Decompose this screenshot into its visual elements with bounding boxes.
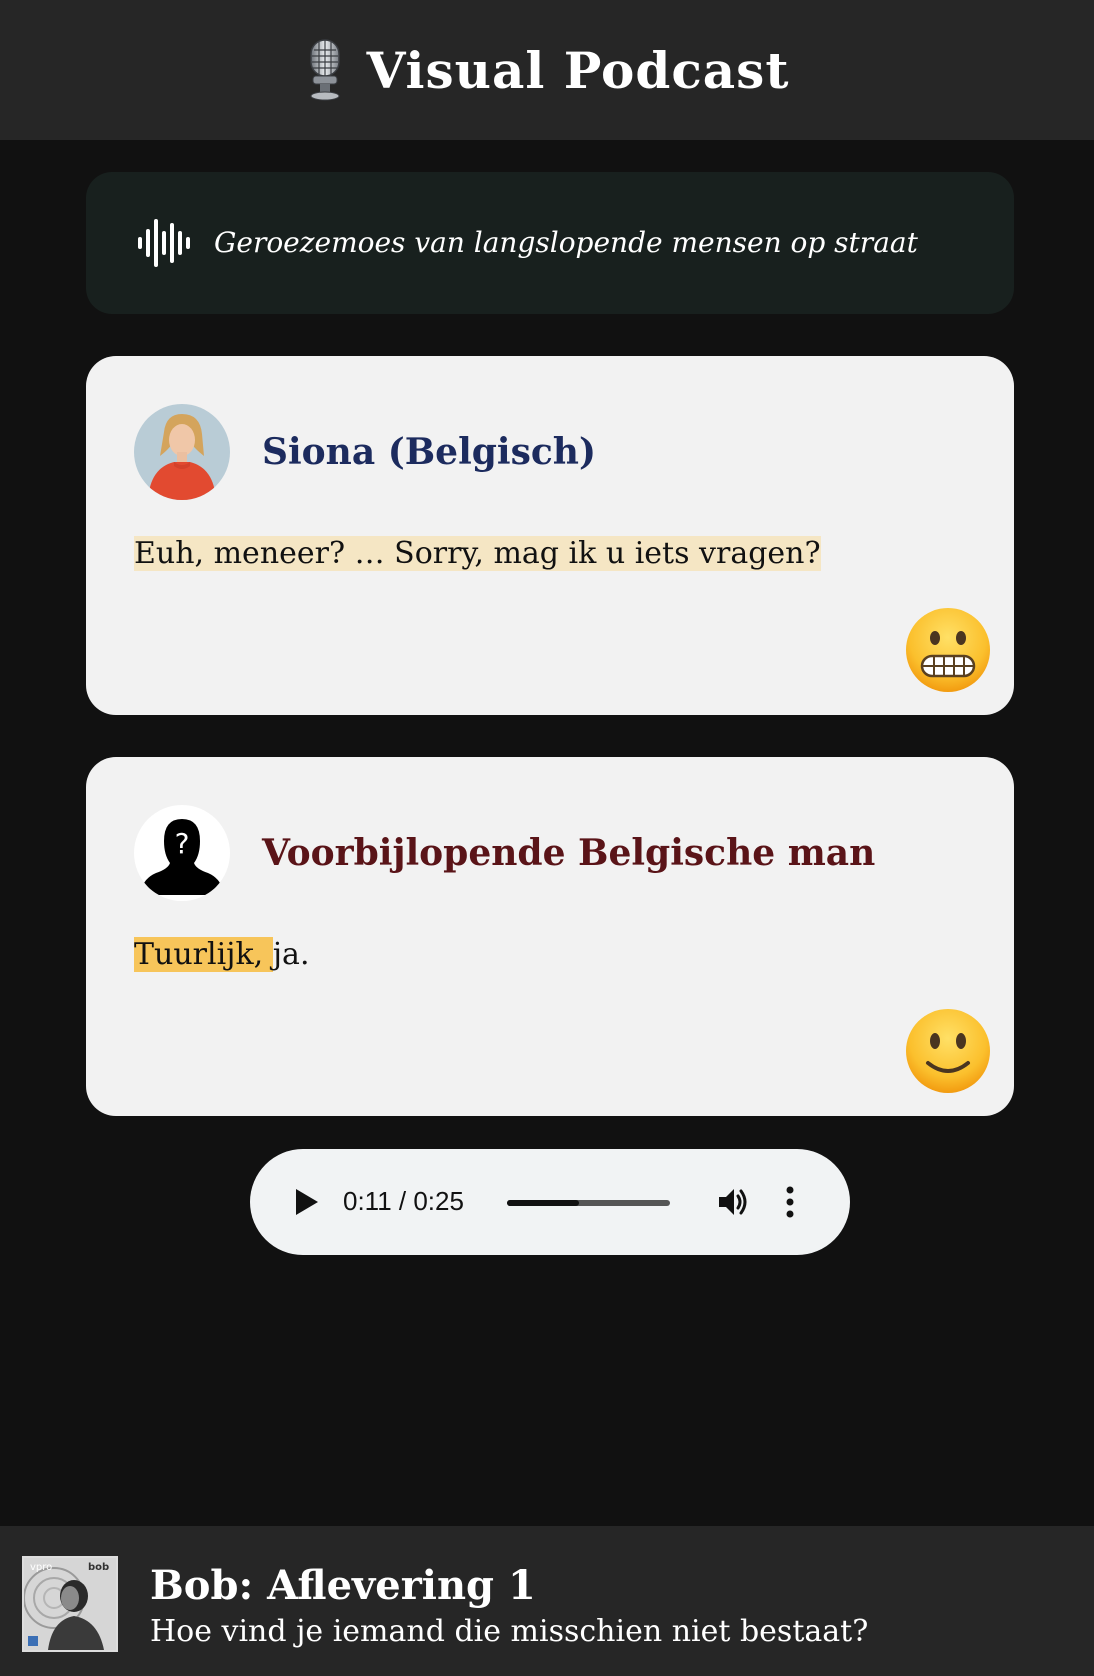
speaker-name: Siona (Belgisch) xyxy=(262,431,597,473)
svg-text:?: ? xyxy=(175,827,190,860)
episode-cover: vpro bob xyxy=(22,1556,118,1652)
audio-player: 0:11 / 0:25 xyxy=(250,1149,850,1255)
highlighted-text: Euh, meneer? … Sorry, mag ik u iets vrag… xyxy=(134,536,821,571)
dialogue-line: Euh, meneer? … Sorry, mag ik u iets vrag… xyxy=(134,534,821,574)
speaker-photo xyxy=(134,404,230,500)
play-icon[interactable] xyxy=(292,1187,320,1217)
avatar-unknown-man: ? xyxy=(134,805,230,901)
dialogue-line: Tuurlijk, ja. xyxy=(134,935,309,975)
cover-label-bob: bob xyxy=(88,1562,109,1573)
playback-time: 0:11 / 0:25 xyxy=(343,1186,464,1216)
app-header: Visual Podcast xyxy=(0,0,1094,140)
ambient-description: Geroezemoes van langslopende mensen op s… xyxy=(214,226,918,259)
microphone-icon xyxy=(309,39,340,101)
volume-icon[interactable] xyxy=(716,1184,752,1220)
sound-wave-icon xyxy=(138,219,190,267)
episode-subtitle: Hoe vind je iemand die misschien niet be… xyxy=(150,1614,869,1649)
avatar-siona xyxy=(134,404,230,500)
highlighted-text: Tuurlijk, xyxy=(134,937,273,972)
unknown-person-silhouette: ? xyxy=(135,806,229,900)
progress-slider[interactable] xyxy=(507,1200,670,1206)
app-title: Visual Podcast xyxy=(366,40,790,100)
slightly-smiling-face-emoji xyxy=(906,1009,990,1093)
now-playing-bar: vpro bob Bob: Aflevering 1 Hoe vind je i… xyxy=(0,1526,1094,1676)
more-options-icon[interactable] xyxy=(785,1185,795,1219)
episode-title: Bob: Aflevering 1 xyxy=(150,1562,536,1609)
dialogue-card: Siona (Belgisch) Euh, meneer? … Sorry, m… xyxy=(86,356,1014,715)
episode-cover-art: vpro bob xyxy=(24,1558,116,1650)
speaker-name: Voorbijlopende Belgische man xyxy=(262,832,876,874)
progress-fill xyxy=(507,1200,579,1206)
remaining-text: ja. xyxy=(272,937,310,972)
grimacing-face-emoji xyxy=(906,608,990,692)
cover-label-vpro: vpro xyxy=(30,1562,52,1573)
dialogue-card: ? Voorbijlopende Belgische man Tuurlijk,… xyxy=(86,757,1014,1116)
ambient-sound-panel: Geroezemoes van langslopende mensen op s… xyxy=(86,172,1014,314)
